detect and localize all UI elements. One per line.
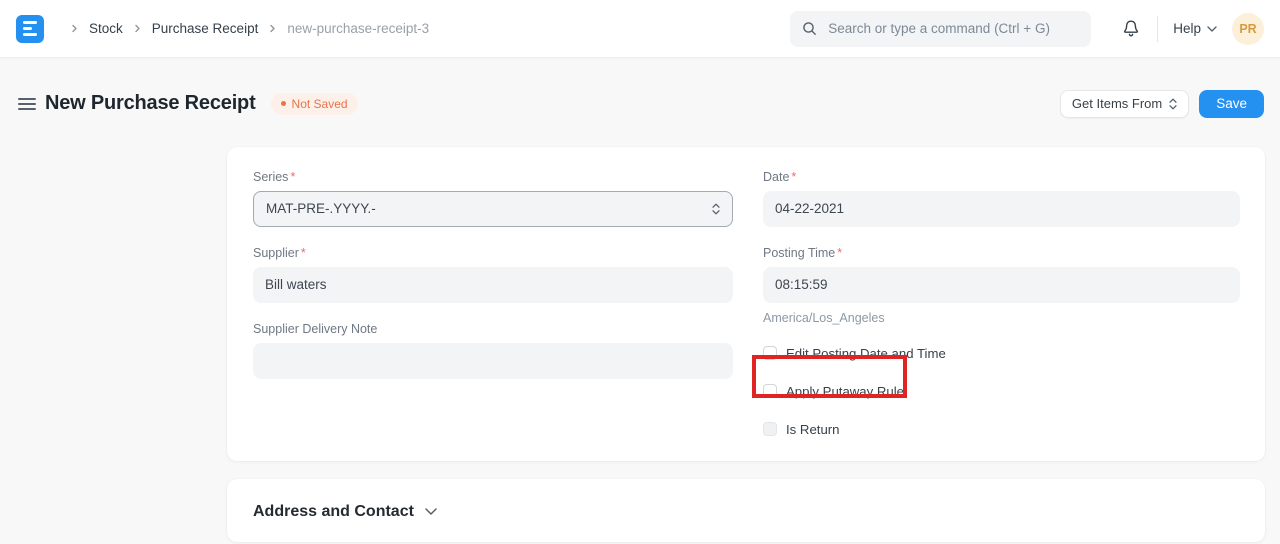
form-column-left: Series* MAT-PRE-.YYYY.- Supplier* Suppli… (253, 170, 733, 461)
edit-posting-datetime-checkbox-row: Edit Posting Date and Time (763, 346, 1240, 361)
save-button[interactable]: Save (1199, 90, 1264, 118)
erpnext-logo[interactable] (16, 15, 44, 43)
breadcrumb-item-purchase-receipt[interactable]: Purchase Receipt (152, 21, 259, 36)
help-label: Help (1173, 21, 1201, 36)
address-and-contact-section-toggle[interactable]: Address and Contact (253, 503, 437, 521)
chevron-right-icon (268, 24, 277, 33)
status-badge: Not Saved (271, 93, 358, 115)
help-dropdown[interactable]: Help (1173, 21, 1217, 36)
get-items-from-label: Get Items From (1072, 96, 1162, 111)
top-navbar: Stock Purchase Receipt new-purchase-rece… (0, 0, 1280, 58)
edit-posting-datetime-checkbox[interactable] (763, 346, 777, 360)
supplier-input[interactable] (253, 267, 733, 303)
chevron-right-icon (133, 24, 142, 33)
form-column-right: Date* Posting Time* America/Los_Angeles … (763, 170, 1240, 461)
breadcrumb: Stock Purchase Receipt new-purchase-rece… (60, 21, 429, 36)
page-actions: Get Items From Save (1060, 90, 1264, 118)
breadcrumb-item-stock[interactable]: Stock (89, 21, 123, 36)
date-label: Date* (763, 170, 1240, 184)
required-marker: * (791, 170, 796, 184)
address-and-contact-card: Address and Contact (227, 479, 1265, 542)
global-search[interactable] (790, 11, 1091, 47)
menu-icon[interactable] (18, 96, 36, 112)
required-marker: * (837, 246, 842, 260)
series-label: Series* (253, 170, 733, 184)
is-return-label: Is Return (786, 422, 840, 437)
supplier-label: Supplier* (253, 246, 733, 260)
date-field: Date* (763, 170, 1240, 227)
required-marker: * (290, 170, 295, 184)
series-select[interactable]: MAT-PRE-.YYYY.- (253, 191, 733, 227)
posting-time-input[interactable] (763, 267, 1240, 303)
navbar-divider (1157, 16, 1158, 42)
series-field: Series* MAT-PRE-.YYYY.- (253, 170, 733, 227)
required-marker: * (301, 246, 306, 260)
apply-putaway-rule-label[interactable]: Apply Putaway Rule (786, 384, 904, 399)
chevron-right-icon (70, 24, 79, 33)
page-title: New Purchase Receipt (45, 92, 256, 115)
page-head: New Purchase Receipt Not Saved Get Items… (0, 58, 1280, 147)
search-icon (802, 21, 817, 36)
supplier-delivery-note-field: Supplier Delivery Note (253, 322, 733, 379)
status-badge-label: Not Saved (292, 97, 348, 111)
get-items-from-button[interactable]: Get Items From (1060, 90, 1189, 118)
supplier-field: Supplier* (253, 246, 733, 303)
search-input[interactable] (826, 20, 1079, 37)
apply-putaway-rule-checkbox-row: Apply Putaway Rule (763, 384, 1240, 399)
form-area: Series* MAT-PRE-.YYYY.- Supplier* Suppli… (227, 147, 1265, 542)
avatar-initials: PR (1239, 22, 1256, 36)
date-input[interactable] (763, 191, 1240, 227)
select-arrows-icon (712, 203, 720, 215)
apply-putaway-rule-checkbox[interactable] (763, 384, 777, 398)
supplier-delivery-note-label: Supplier Delivery Note (253, 322, 733, 336)
form-card: Series* MAT-PRE-.YYYY.- Supplier* Suppli… (227, 147, 1265, 461)
chevron-down-icon (425, 508, 437, 515)
timezone-text: America/Los_Angeles (763, 311, 1240, 325)
series-value: MAT-PRE-.YYYY.- (266, 201, 376, 216)
supplier-delivery-note-input[interactable] (253, 343, 733, 379)
is-return-checkbox-row: Is Return (763, 422, 1240, 437)
posting-time-field: Posting Time* (763, 246, 1240, 303)
is-return-checkbox (763, 422, 777, 436)
edit-posting-datetime-label[interactable]: Edit Posting Date and Time (786, 346, 946, 361)
chevron-down-icon (1207, 26, 1217, 32)
user-avatar[interactable]: PR (1232, 13, 1264, 45)
select-arrows-icon (1169, 98, 1177, 110)
breadcrumb-item-current: new-purchase-receipt-3 (287, 21, 429, 36)
notifications-bell-icon[interactable] (1122, 19, 1140, 38)
status-dot-icon (281, 101, 286, 106)
address-and-contact-title: Address and Contact (253, 503, 414, 521)
posting-time-label: Posting Time* (763, 246, 1240, 260)
